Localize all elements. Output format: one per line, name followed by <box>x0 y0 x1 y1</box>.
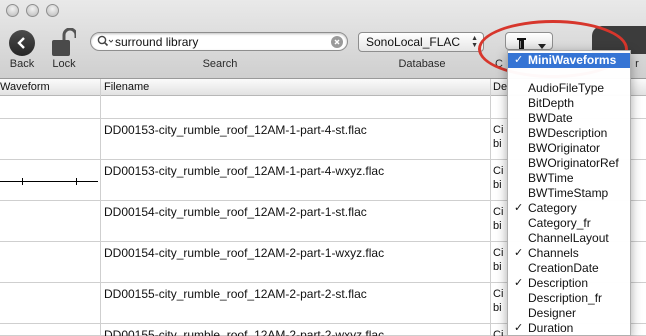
description-cell: Ci bi <box>493 288 504 314</box>
filename-cell: DD00154-city_rumble_roof_12AM-2-part-1-w… <box>104 246 385 260</box>
column-divider[interactable] <box>490 79 491 336</box>
checkmark-icon: ✓ <box>514 54 524 66</box>
menu-item-bitdepth[interactable]: BitDepth <box>508 96 630 111</box>
back-arrow-icon <box>9 30 35 56</box>
columns-menu: ✓ MiniWaveforms AudioFileType BitDepth B… <box>507 50 631 336</box>
menu-item-duration[interactable]: ✓ Duration <box>508 321 630 335</box>
column-header-waveform[interactable]: Waveform <box>0 81 50 93</box>
search-input[interactable] <box>115 34 325 49</box>
toolbar-label-partial: r <box>635 58 639 70</box>
back-label: Back <box>9 58 35 70</box>
checkmark-icon: ✓ <box>514 202 524 214</box>
lock-label: Lock <box>52 58 76 70</box>
updown-arrows-icon: ▲ ▼ <box>471 35 478 49</box>
menu-item-category-fr[interactable]: Category_fr <box>508 216 630 231</box>
menu-item-description[interactable]: ✓ Description <box>508 276 630 291</box>
search-field[interactable] <box>90 32 348 51</box>
description-cell: Ci bi <box>493 165 504 191</box>
menu-item-channellayout[interactable]: ChannelLayout <box>508 231 630 246</box>
clear-search-icon[interactable] <box>331 36 343 48</box>
filename-cell: DD00154-city_rumble_roof_12AM-2-part-1-s… <box>104 205 367 219</box>
menu-item-bwtimestamp[interactable]: BWTimeStamp <box>508 186 630 201</box>
database-value: SonoLocal_FLAC <box>366 35 461 49</box>
menu-item-bwdate[interactable]: BWDate <box>508 111 630 126</box>
menu-item-bwdescription[interactable]: BWDescription <box>508 126 630 141</box>
zoom-window-button[interactable] <box>46 4 59 17</box>
close-window-button[interactable] <box>6 4 19 17</box>
checkmark-icon: ✓ <box>514 322 524 334</box>
lock-button[interactable] <box>52 27 80 56</box>
filename-cell: DD00155-city_rumble_roof_12AM-2-part-2-s… <box>104 287 367 301</box>
database-label: Database <box>398 58 446 70</box>
menu-item-bworiginatorref[interactable]: BWOriginatorRef <box>508 156 630 171</box>
checkmark-icon: ✓ <box>514 277 524 289</box>
menu-item-bwtime[interactable]: BWTime <box>508 171 630 186</box>
search-label: Search <box>202 58 238 70</box>
column-header-filename[interactable]: Filename <box>104 81 149 93</box>
description-cell: Ci <box>493 329 504 336</box>
menu-item-miniwaveforms[interactable]: ✓ MiniWaveforms <box>508 53 630 68</box>
menu-item-description-fr[interactable]: Description_fr <box>508 291 630 306</box>
minimize-window-button[interactable] <box>26 4 39 17</box>
back-button[interactable] <box>9 30 37 58</box>
column-divider[interactable] <box>100 79 101 336</box>
filename-cell: DD00155-city_rumble_roof_12AM-2-part-2-w… <box>104 328 385 336</box>
checkmark-icon: ✓ <box>514 247 524 259</box>
menu-item-bworiginator[interactable]: BWOriginator <box>508 141 630 156</box>
menu-item-audiofiletype[interactable]: AudioFileType <box>508 81 630 96</box>
description-cell: Ci bi <box>493 206 504 232</box>
filename-cell: DD00153-city_rumble_roof_12AM-1-part-4-w… <box>104 164 385 178</box>
description-cell: Ci bi <box>493 247 504 273</box>
menu-item-creationdate[interactable]: CreationDate <box>508 261 630 276</box>
description-cell: Ci bi <box>493 124 504 150</box>
menu-item-channels[interactable]: ✓ Channels <box>508 246 630 261</box>
menu-item-designer[interactable]: Designer <box>508 306 630 321</box>
menu-item-category[interactable]: ✓ Category <box>508 201 630 216</box>
search-icon <box>97 35 114 53</box>
filename-cell: DD00153-city_rumble_roof_12AM-1-part-4-s… <box>104 123 367 137</box>
column-header-description[interactable]: De <box>493 81 507 93</box>
database-select[interactable]: SonoLocal_FLAC ▲ ▼ <box>358 32 484 52</box>
